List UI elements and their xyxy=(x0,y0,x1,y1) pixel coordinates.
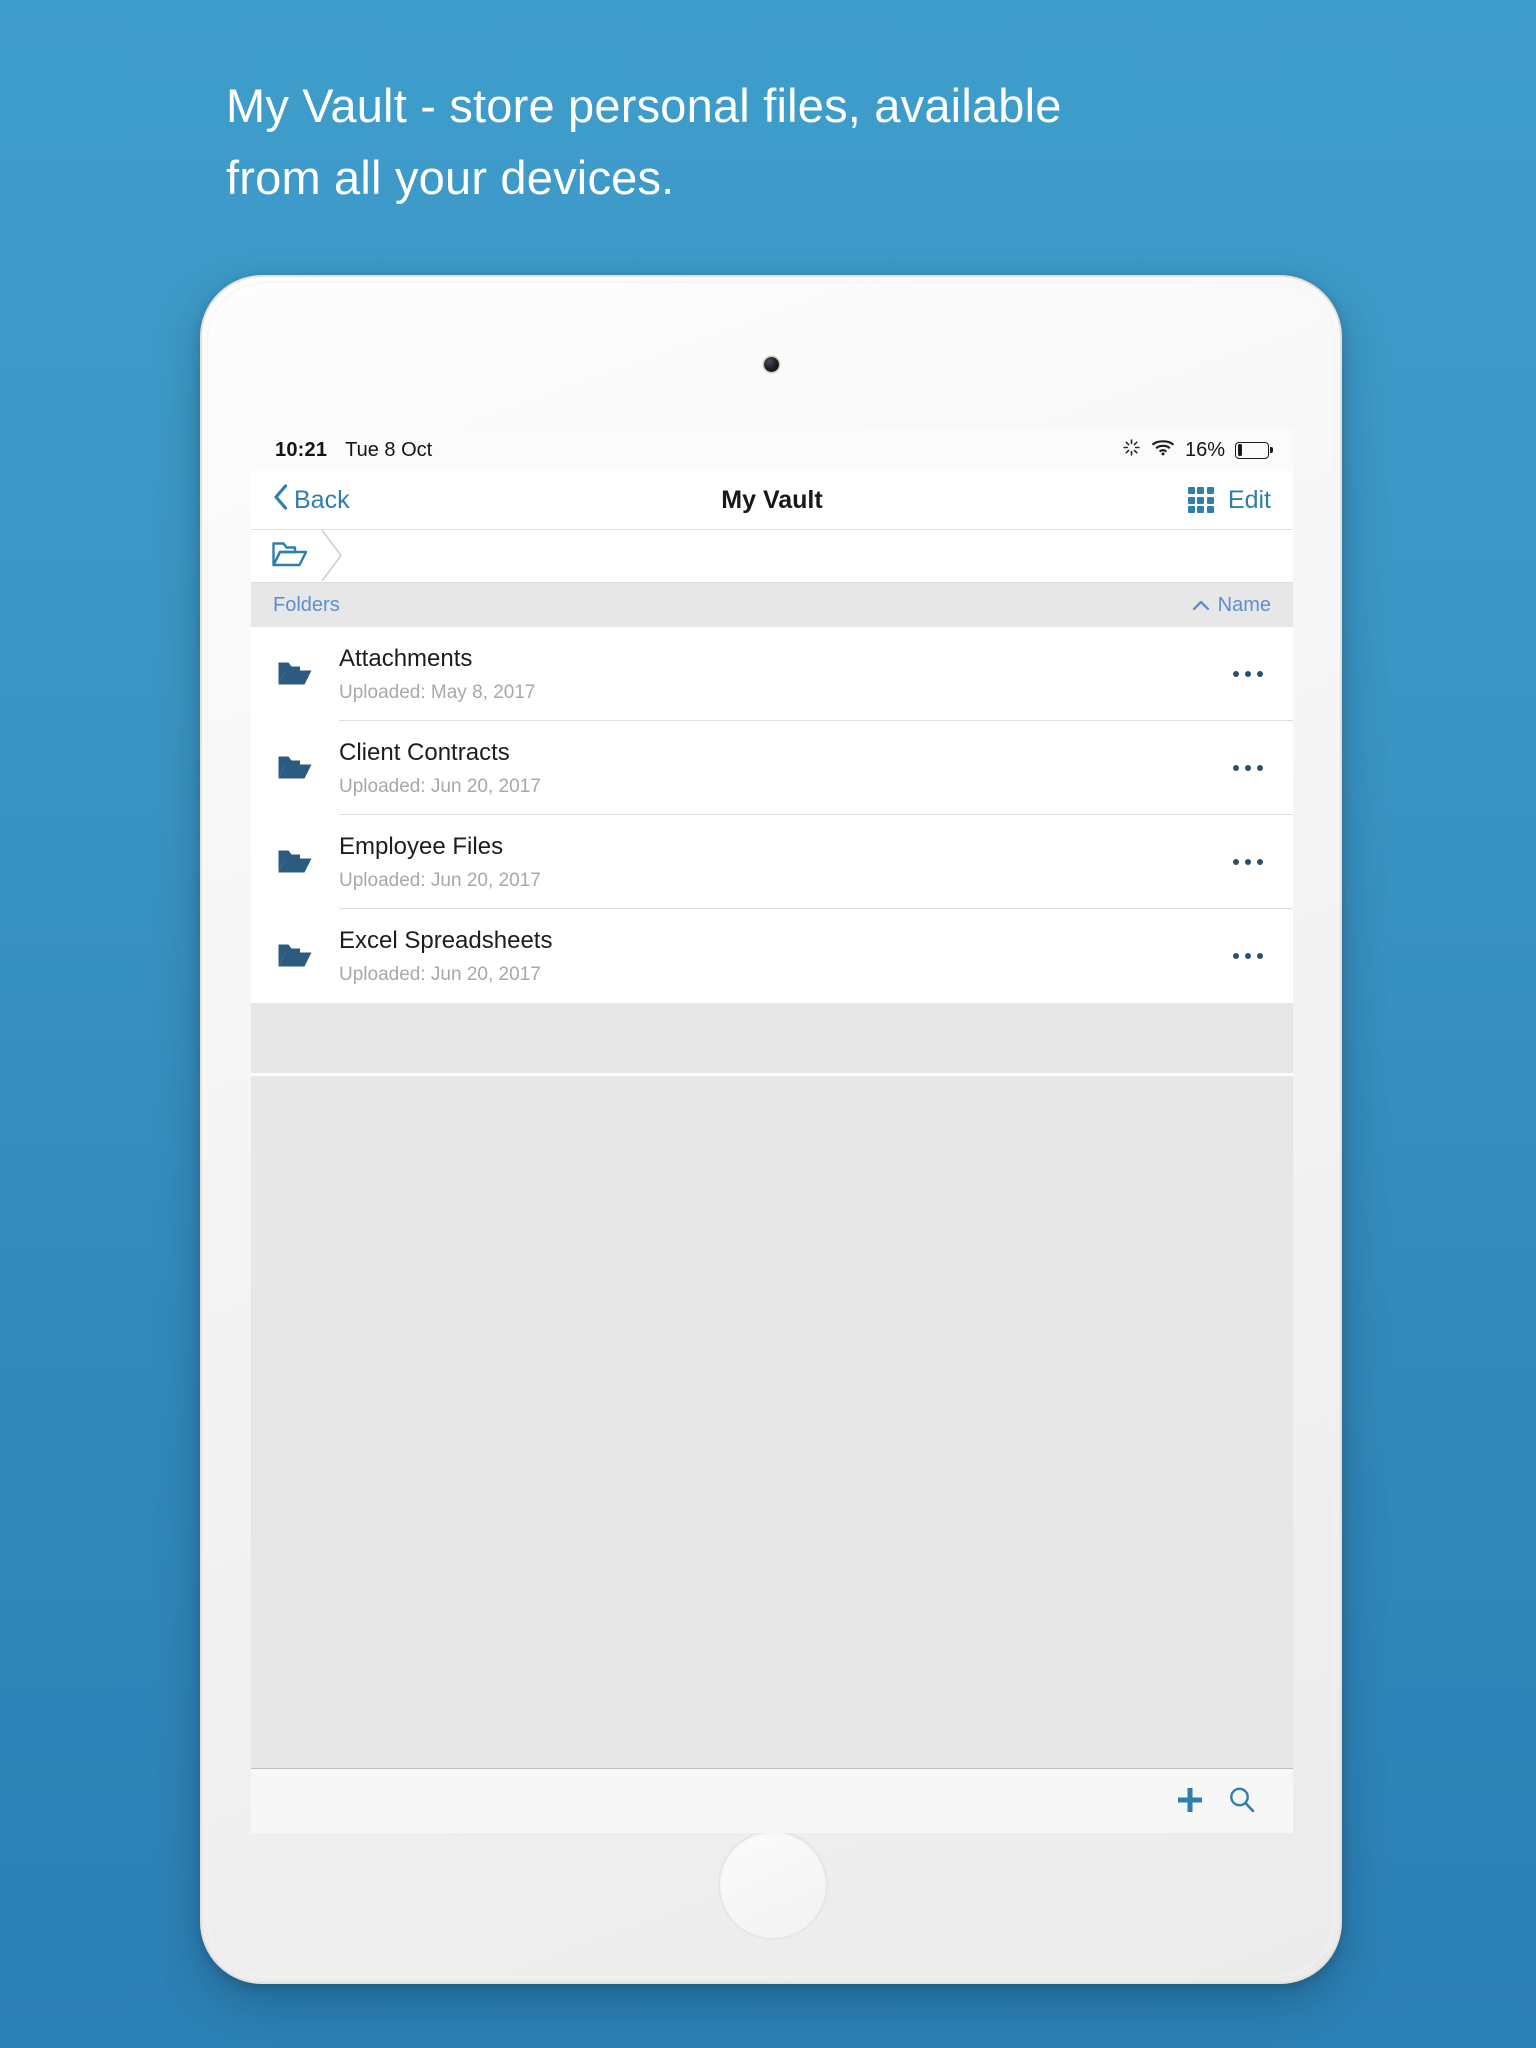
screen-content: Attachments Uploaded: May 8, 2017 Client… xyxy=(251,627,1293,1833)
chevron-left-icon xyxy=(273,483,288,517)
folder-upload-date: Uploaded: Jun 20, 2017 xyxy=(339,963,541,985)
status-bar-time: 10:21 xyxy=(275,438,328,461)
edit-button[interactable]: Edit xyxy=(1228,486,1271,515)
search-button[interactable] xyxy=(1227,1785,1257,1820)
breadcrumb xyxy=(251,530,1293,583)
list-section-header: Folders Name xyxy=(251,583,1293,627)
ellipsis-icon[interactable] xyxy=(1225,845,1271,879)
headline-line-2: from all your devices. xyxy=(226,151,675,204)
grid-view-icon[interactable] xyxy=(1187,487,1214,513)
folder-upload-date: Uploaded: May 8, 2017 xyxy=(339,681,536,703)
folder-icon xyxy=(277,659,339,689)
device-screen: 10:21 Tue 8 Oct 16% Back My Vault Edit F… xyxy=(251,429,1293,1833)
battery-percent-label: 16% xyxy=(1184,438,1225,461)
empty-content-area xyxy=(251,1076,1293,1768)
sort-field-label: Name xyxy=(1217,593,1271,616)
battery-icon xyxy=(1235,441,1273,459)
list-item-text: Attachments Uploaded: May 8, 2017 xyxy=(339,645,1225,704)
list-item[interactable]: Employee Files Uploaded: Jun 20, 2017 xyxy=(251,815,1293,909)
status-bar-date: Tue 8 Oct xyxy=(345,438,433,461)
list-item-text: Client Contracts Uploaded: Jun 20, 2017 xyxy=(339,739,1225,798)
add-button[interactable] xyxy=(1175,1785,1205,1820)
front-camera-icon xyxy=(764,357,779,372)
folder-name: Employee Files xyxy=(339,832,504,860)
ellipsis-icon[interactable] xyxy=(1225,939,1271,973)
back-button[interactable]: Back xyxy=(273,483,350,517)
chevron-up-icon xyxy=(1192,594,1210,617)
folder-list: Attachments Uploaded: May 8, 2017 Client… xyxy=(251,627,1293,1003)
list-item-text: Excel Spreadsheets Uploaded: Jun 20, 201… xyxy=(339,927,1225,986)
folder-icon xyxy=(277,847,339,877)
open-folder-icon xyxy=(271,539,309,574)
section-label-folders: Folders xyxy=(273,593,340,616)
folder-upload-date: Uploaded: Jun 20, 2017 xyxy=(339,869,541,891)
plus-icon xyxy=(1175,1785,1205,1820)
tablet-device-mockup: 10:21 Tue 8 Oct 16% Back My Vault Edit F… xyxy=(200,275,1342,1984)
home-button[interactable] xyxy=(718,1830,828,1940)
marketing-headline: My Vault - store personal files, availab… xyxy=(226,70,1306,214)
list-item[interactable]: Attachments Uploaded: May 8, 2017 xyxy=(251,627,1293,721)
page-title: My Vault xyxy=(721,485,823,514)
breadcrumb-item-root[interactable] xyxy=(251,530,323,582)
status-bar-indicators: 16% xyxy=(1122,438,1273,463)
folder-name: Excel Spreadsheets xyxy=(339,926,553,954)
list-item[interactable]: Excel Spreadsheets Uploaded: Jun 20, 201… xyxy=(251,909,1293,1003)
sort-control[interactable]: Name xyxy=(1192,594,1271,617)
battery-fill xyxy=(1237,444,1243,456)
navigation-bar: Back My Vault Edit xyxy=(251,471,1293,530)
ellipsis-icon[interactable] xyxy=(1225,751,1271,785)
folder-name: Client Contracts xyxy=(339,738,510,766)
folder-icon xyxy=(277,753,339,783)
sync-spinner-icon xyxy=(1122,438,1141,463)
search-icon xyxy=(1227,1785,1257,1820)
navigation-bar-actions: Edit xyxy=(1187,486,1271,515)
list-item[interactable]: Client Contracts Uploaded: Jun 20, 2017 xyxy=(251,721,1293,815)
folder-icon xyxy=(277,941,339,971)
ellipsis-icon[interactable] xyxy=(1225,657,1271,691)
status-bar: 10:21 Tue 8 Oct 16% xyxy=(251,429,1293,471)
folder-upload-date: Uploaded: Jun 20, 2017 xyxy=(339,775,541,797)
folder-name: Attachments xyxy=(339,644,473,672)
breadcrumb-separator-icon xyxy=(321,530,343,582)
bottom-toolbar xyxy=(251,1768,1293,1833)
back-button-label: Back xyxy=(294,485,350,514)
list-footer-spacer xyxy=(251,1003,1293,1073)
list-item-text: Employee Files Uploaded: Jun 20, 2017 xyxy=(339,833,1225,892)
headline-line-1: My Vault - store personal files, availab… xyxy=(226,79,1062,132)
wifi-icon xyxy=(1151,438,1175,462)
